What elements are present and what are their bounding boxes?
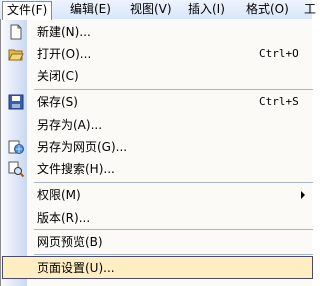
menu-item-label: 关闭(C) (37, 69, 79, 83)
menu-item-new[interactable]: 新建(N)... (2, 21, 313, 43)
menu-item-permission[interactable]: 权限(M) (2, 184, 313, 206)
menu-item-close[interactable]: 关闭(C) (2, 65, 313, 87)
menu-item-label: 另存为网页(G)... (37, 140, 128, 154)
menu-item-save[interactable]: 保存(S) Ctrl+S (2, 91, 313, 113)
menu-separator (34, 182, 313, 183)
menu-separator (34, 229, 313, 230)
menu-item-web-preview[interactable]: 网页预览(B) (2, 231, 313, 253)
menu-item-page-setup[interactable]: 页面设置(U)... (2, 256, 313, 279)
menu-item-label: 版本(R)... (37, 211, 91, 225)
file-menu-dropdown: 新建(N)... 打开(O)... Ctrl+O 关闭(C) 保存(S) Ctr… (0, 19, 313, 286)
menu-item-label: 权限(M) (37, 188, 81, 202)
menu-format[interactable]: 格式(O) (242, 1, 293, 17)
menu-item-label: 新建(N)... (37, 25, 91, 39)
menu-item-label: 页面设置(U)... (37, 261, 115, 275)
menu-separator (34, 89, 313, 90)
menu-item-shortcut: Ctrl+S (259, 95, 299, 108)
save-as-webpage-icon (8, 140, 24, 154)
menu-item-label: 网页预览(B) (37, 235, 103, 249)
menu-tools[interactable]: 工 (300, 1, 320, 17)
menu-edit[interactable]: 编辑(E) (66, 1, 115, 17)
menu-item-label: 打开(O)... (37, 47, 92, 61)
menu-item-open[interactable]: 打开(O)... Ctrl+O (2, 43, 313, 65)
menu-view[interactable]: 视图(V) (126, 1, 176, 17)
open-folder-icon (8, 49, 24, 61)
menu-file[interactable]: 文件(F) (2, 1, 53, 20)
menu-insert[interactable]: 插入(I) (184, 1, 229, 17)
menu-bar: 文件(F) 编辑(E) 视图(V) 插入(I) 格式(O) 工 (0, 0, 316, 20)
new-document-icon (10, 24, 22, 40)
menu-item-label: 文件搜索(H)... (37, 162, 115, 176)
menu-item-versions[interactable]: 版本(R)... (2, 207, 313, 229)
menu-item-label: 另存为(A)... (37, 118, 103, 132)
file-search-icon (8, 161, 24, 177)
menu-item-file-search[interactable]: 文件搜索(H)... (2, 158, 313, 180)
menu-item-save-as[interactable]: 另存为(A)... (2, 114, 313, 136)
save-disk-icon (8, 94, 24, 110)
menu-separator (34, 254, 313, 255)
submenu-arrow-icon (301, 191, 305, 199)
menu-item-save-as-web[interactable]: 另存为网页(G)... (2, 136, 313, 158)
menu-item-label: 保存(S) (37, 95, 78, 109)
menu-item-shortcut: Ctrl+O (259, 47, 299, 60)
